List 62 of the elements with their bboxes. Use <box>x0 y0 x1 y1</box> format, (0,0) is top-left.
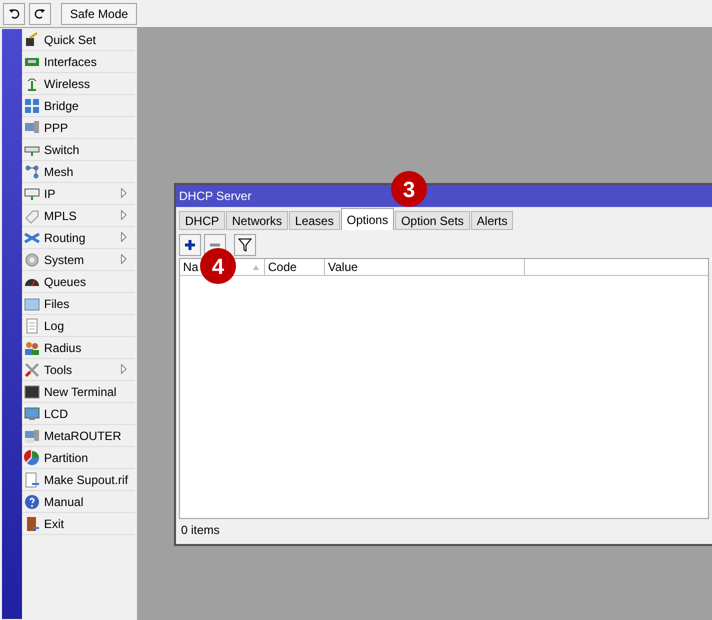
tab[interactable]: Option Sets <box>395 211 470 230</box>
submenu-arrow-icon <box>121 364 127 374</box>
step-number-badge: 3 <box>391 171 427 207</box>
file-arrow-icon <box>24 472 40 488</box>
filter-icon <box>238 238 252 252</box>
menu-item[interactable]: System <box>22 249 135 271</box>
menu-item[interactable]: Queues <box>22 271 135 293</box>
menu-item[interactable]: Routing <box>22 227 135 249</box>
menu-item[interactable]: PPP <box>22 117 135 139</box>
people-icon <box>24 340 40 356</box>
menu-item[interactable]: Switch <box>22 139 135 161</box>
menu-item[interactable]: Quick Set <box>22 29 135 51</box>
tab[interactable]: Networks <box>226 211 288 230</box>
menu-item[interactable]: Radius <box>22 337 135 359</box>
tab[interactable]: Options <box>340 208 394 230</box>
monitor-icon <box>24 406 40 422</box>
submenu-arrow-icon <box>121 210 127 220</box>
folder-icon <box>24 296 40 312</box>
menu-item[interactable]: MPLS <box>22 205 135 227</box>
tab[interactable]: DHCP <box>179 211 226 230</box>
menu-item[interactable]: MetaROUTER <box>22 425 135 447</box>
filter-button[interactable] <box>234 234 256 256</box>
sort-arrow-icon <box>253 265 259 270</box>
menu-item[interactable]: Partition <box>22 447 135 469</box>
menu-item[interactable]: Make Supout.rif <box>22 469 135 491</box>
add-button[interactable] <box>179 234 201 256</box>
menu-item[interactable]: Bridge <box>22 95 135 117</box>
menu-item[interactable]: Manual <box>22 491 135 513</box>
menu-item[interactable]: Interfaces <box>22 51 135 73</box>
tools-icon <box>24 362 40 378</box>
safe-mode-button[interactable]: Safe Mode <box>61 2 138 24</box>
menu-item[interactable]: LCD <box>22 403 135 425</box>
menu-item[interactable]: Files <box>22 293 135 315</box>
tab[interactable]: Alerts <box>470 211 514 230</box>
tag-icon <box>24 208 40 224</box>
nodes-icon <box>24 164 40 180</box>
menu-item[interactable]: Log <box>22 315 135 337</box>
terminal-icon <box>24 384 40 400</box>
undo-button[interactable] <box>3 2 25 24</box>
column-header[interactable]: Code <box>265 259 325 275</box>
ip-icon <box>24 186 40 202</box>
item-count-label: 0 items <box>180 522 221 539</box>
menu-item[interactable]: Exit <box>22 513 135 535</box>
submenu-arrow-icon <box>121 254 127 264</box>
column-header[interactable]: Value <box>325 259 525 275</box>
pie-chart-icon <box>24 450 40 466</box>
redo-icon <box>34 8 46 20</box>
submenu-arrow-icon <box>121 188 127 198</box>
plus-icon <box>184 239 196 251</box>
undo-icon <box>8 8 20 20</box>
tab[interactable]: Leases <box>289 211 340 230</box>
menu-item[interactable]: IP <box>22 183 135 205</box>
help-icon <box>24 494 40 510</box>
menu-item[interactable]: Mesh <box>22 161 135 183</box>
gear-icon <box>24 252 40 268</box>
submenu-arrow-icon <box>121 232 127 242</box>
door-icon <box>24 516 40 532</box>
menu-item[interactable]: Wireless <box>22 73 135 95</box>
menu-item[interactable]: Tools <box>22 359 135 381</box>
menu-item[interactable]: New Terminal <box>22 381 135 403</box>
redo-button[interactable] <box>29 2 51 24</box>
document-icon <box>24 318 40 334</box>
